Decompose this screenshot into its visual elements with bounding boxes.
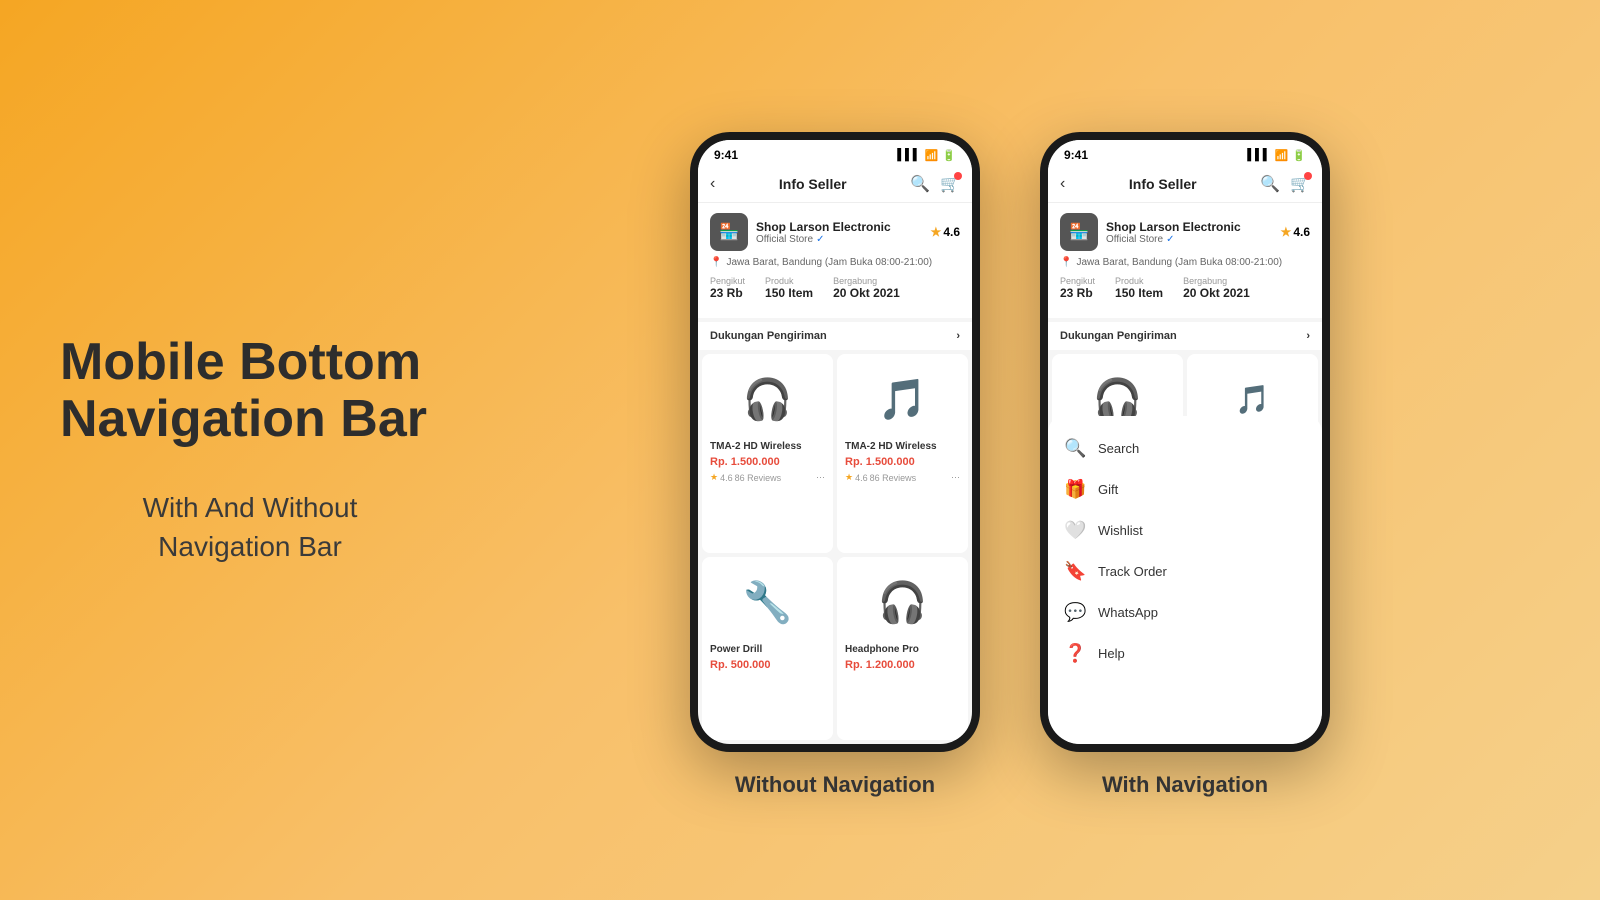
phone2-status-icons: ▌▌▌ 📶 🔋 [1247,149,1306,162]
main-title: Mobile Bottom Navigation Bar [60,334,440,448]
stat2-pengikut: Pengikut 23 Rb [1060,276,1095,300]
menu-trackorder-icon: 🔖 [1064,561,1086,582]
phone1-cart-icon[interactable]: 🛒 [940,174,960,194]
menu-item-trackorder[interactable]: 🔖 Track Order [1048,551,1322,592]
phone2-menu-overlay: 🔍 Search 🎁 Gift 🤍 Wishlist 🔖 [1048,416,1322,744]
phone1-nav-title: Info Seller [779,176,847,192]
phone2-screen: 9:41 ▌▌▌ 📶 🔋 ‹ Info Seller 🔍 🛒 [1048,140,1322,744]
stat2-produk: Produk 150 Item [1115,276,1163,300]
phone1-stats: Pengikut 23 Rb Produk 150 Item Bergabung… [710,276,960,308]
phone2: 9:41 ▌▌▌ 📶 🔋 ‹ Info Seller 🔍 🛒 [1040,132,1330,752]
phones-section: 9:41 ▌▌▌ 📶 🔋 ‹ Info Seller 🔍 🛒 [480,102,1540,798]
phone1: 9:41 ▌▌▌ 📶 🔋 ‹ Info Seller 🔍 🛒 [690,132,980,752]
phone2-status-bar: 9:41 ▌▌▌ 📶 🔋 [1048,140,1322,166]
wifi-icon-2: 📶 [1275,149,1289,162]
battery-icon: 🔋 [942,149,956,162]
phone1-seller-info: 🏪 Shop Larson Electronic Official Store … [698,203,972,318]
signal-icon: ▌▌▌ [897,149,920,161]
phone2-shipping[interactable]: Dukungan Pengiriman › [1048,322,1322,350]
chevron-right-icon-2: › [1306,330,1310,342]
phone1-back-button[interactable]: ‹ [710,175,715,193]
phone1-official-badge: Official Store ✓ [756,234,923,245]
menu-search-icon: 🔍 [1064,438,1086,459]
product-img-1: 🎵 [845,362,960,437]
more-dots-icon-1[interactable]: ⋯ [951,472,960,483]
menu-item-gift[interactable]: 🎁 Gift [1048,469,1322,510]
product-img-2: 🔧 [710,565,825,640]
chevron-right-icon: › [956,330,960,342]
location-icon-2: 📍 [1060,257,1072,268]
star-icon-2: ★ [1281,225,1292,239]
phone1-seller-name: Shop Larson Electronic [756,220,923,234]
product-img-3: 🎧 [845,565,960,640]
phone2-label: With Navigation [1102,772,1268,798]
phone2-nav-title: Info Seller [1129,176,1197,192]
menu-help-icon: ❓ [1064,643,1086,664]
phone2-location: 📍 Jawa Barat, Bandung (Jam Buka 08:00-21… [1060,257,1310,268]
phone2-cart-icon[interactable]: 🛒 [1290,174,1310,194]
star-icon: ★ [931,225,942,239]
phone2-nav-icons: 🔍 🛒 [1260,174,1310,194]
product-card-0[interactable]: 🎧 TMA-2 HD Wireless Rp. 1.500.000 ★ 4.6 … [702,354,833,553]
menu-item-search[interactable]: 🔍 Search [1048,428,1322,469]
phone1-search-icon[interactable]: 🔍 [910,174,930,194]
phone1-nav-icons: 🔍 🛒 [910,174,960,194]
menu-item-wishlist[interactable]: 🤍 Wishlist [1048,510,1322,551]
left-section: Mobile Bottom Navigation Bar With And Wi… [60,334,480,567]
product-meta-1: ★ 4.6 86 Reviews ⋯ [845,472,960,483]
cart-badge-dot [954,172,962,180]
stat2-bergabung: Bergabung 20 Okt 2021 [1183,276,1250,300]
product-meta-0: ★ 4.6 86 Reviews ⋯ [710,472,825,483]
phone1-shipping[interactable]: Dukungan Pengiriman › [698,322,972,350]
phone1-time: 9:41 [714,148,738,162]
phone2-rating: ★ 4.6 [1281,225,1310,239]
phone2-official-badge: Official Store ✓ [1106,234,1273,245]
product-card-2[interactable]: 🔧 Power Drill Rp. 500.000 [702,557,833,741]
wifi-icon: 📶 [925,149,939,162]
phone2-seller-top: 🏪 Shop Larson Electronic Official Store … [1060,213,1310,251]
stat-produk: Produk 150 Item [765,276,813,300]
phone1-products-grid: 🎧 TMA-2 HD Wireless Rp. 1.500.000 ★ 4.6 … [698,350,972,744]
menu-gift-icon: 🎁 [1064,479,1086,500]
menu-item-help[interactable]: ❓ Help [1048,633,1322,674]
product-card-3[interactable]: 🎧 Headphone Pro Rp. 1.200.000 [837,557,968,741]
phone1-status-icons: ▌▌▌ 📶 🔋 [897,149,956,162]
product-img-0: 🎧 [710,362,825,437]
phone1-location: 📍 Jawa Barat, Bandung (Jam Buka 08:00-21… [710,257,960,268]
phone1-rating: ★ 4.6 [931,225,960,239]
stat-pengikut: Pengikut 23 Rb [710,276,745,300]
verified-icon: ✓ [816,234,824,245]
phone1-label: Without Navigation [735,772,935,798]
phone2-stats: Pengikut 23 Rb Produk 150 Item Bergabung… [1060,276,1310,308]
phone1-wrapper: 9:41 ▌▌▌ 📶 🔋 ‹ Info Seller 🔍 🛒 [690,132,980,798]
more-dots-icon[interactable]: ⋯ [816,472,825,483]
phone1-status-bar: 9:41 ▌▌▌ 📶 🔋 [698,140,972,166]
menu-wishlist-icon: 🤍 [1064,520,1086,541]
menu-whatsapp-icon: 💬 [1064,602,1086,623]
cart-badge-dot-2 [1304,172,1312,180]
phone1-screen: 9:41 ▌▌▌ 📶 🔋 ‹ Info Seller 🔍 🛒 [698,140,972,744]
product-card-1[interactable]: 🎵 TMA-2 HD Wireless Rp. 1.500.000 ★ 4.6 … [837,354,968,553]
phone2-time: 9:41 [1064,148,1088,162]
menu-item-whatsapp[interactable]: 💬 WhatsApp [1048,592,1322,633]
phone1-seller-avatar: 🏪 [710,213,748,251]
phone1-seller-details: Shop Larson Electronic Official Store ✓ [756,220,923,245]
signal-icon-2: ▌▌▌ [1247,149,1270,161]
phone1-nav-header: ‹ Info Seller 🔍 🛒 [698,166,972,203]
phone1-seller-top: 🏪 Shop Larson Electronic Official Store … [710,213,960,251]
phone2-seller-info: 🏪 Shop Larson Electronic Official Store … [1048,203,1322,318]
phone2-wrapper: 9:41 ▌▌▌ 📶 🔋 ‹ Info Seller 🔍 🛒 [1040,132,1330,798]
phone2-seller-details: Shop Larson Electronic Official Store ✓ [1106,220,1273,245]
location-icon: 📍 [710,257,722,268]
verified-icon-2: ✓ [1166,234,1174,245]
subtitle: With And Without Navigation Bar [60,488,440,566]
stat-bergabung: Bergabung 20 Okt 2021 [833,276,900,300]
phone2-nav-header: ‹ Info Seller 🔍 🛒 [1048,166,1322,203]
phone2-back-button[interactable]: ‹ [1060,175,1065,193]
battery-icon-2: 🔋 [1292,149,1306,162]
phone2-seller-avatar: 🏪 [1060,213,1098,251]
phone2-search-icon[interactable]: 🔍 [1260,174,1280,194]
phone2-seller-name: Shop Larson Electronic [1106,220,1273,234]
